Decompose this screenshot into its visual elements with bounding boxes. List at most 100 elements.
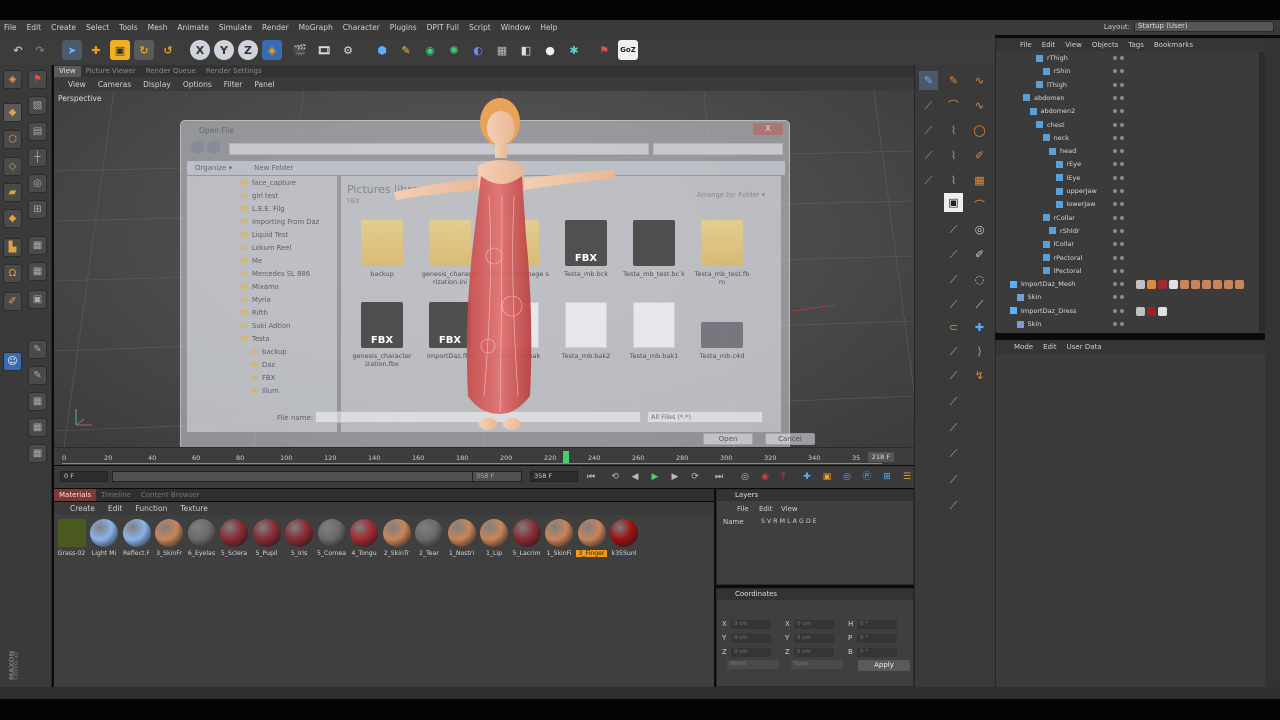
apply-button[interactable]: Apply — [858, 660, 910, 671]
menu-file[interactable]: File — [4, 23, 17, 32]
visibility-toggle-icon[interactable] — [1113, 189, 1125, 195]
material-menu-create[interactable]: Create — [70, 504, 95, 513]
viewport-menu-view[interactable]: View — [68, 80, 86, 89]
material-swatch[interactable]: 3_SkinFr — [154, 519, 185, 557]
visibility-toggle-icon[interactable] — [1113, 95, 1125, 102]
curve-icon[interactable]: ∿ — [970, 71, 989, 90]
material-swatch[interactable]: k35Sunl — [609, 519, 640, 557]
paint-icon[interactable]: ✐ — [3, 292, 22, 311]
menu-create[interactable]: Create — [51, 23, 76, 32]
undo-icon[interactable]: ↶ — [8, 40, 28, 60]
formula-icon[interactable]: ⟋ — [944, 220, 963, 239]
object-row[interactable]: lowerJaw — [996, 198, 1258, 211]
current-frame-field[interactable]: 0 F — [60, 471, 108, 482]
key-pla-icon[interactable]: ⊞ — [880, 471, 894, 484]
object-row[interactable]: lThigh — [996, 79, 1258, 92]
material-swatch[interactable]: 5_Pupil — [251, 519, 282, 557]
viewport-menu-options[interactable]: Options — [183, 80, 212, 89]
file-item[interactable]: Testa_mb.c4d — [691, 302, 753, 360]
key-scale-icon[interactable]: ▣ — [820, 471, 834, 484]
range-end-field[interactable]: 358 F — [472, 471, 522, 482]
sculpt-icon[interactable]: ✎ — [28, 340, 47, 359]
attr-menu-mode[interactable]: Mode — [1014, 343, 1033, 351]
workplane-icon[interactable]: ▤ — [28, 122, 47, 141]
helix-icon[interactable]: ∿ — [970, 96, 989, 115]
nav-item-girl-test[interactable]: girl test — [241, 192, 278, 200]
object-row[interactable]: lPectoral — [996, 265, 1258, 278]
visibility-toggle-icon[interactable] — [1113, 295, 1125, 301]
loft-icon[interactable]: ⟋ — [944, 270, 963, 289]
layout-select[interactable]: Startup (User) — [1134, 21, 1274, 32]
position-z-field[interactable]: 0 cm — [731, 648, 771, 657]
go-to-start-icon[interactable]: ⏮ — [584, 471, 598, 484]
visibility-toggle-icon[interactable] — [1113, 322, 1125, 328]
cog-spline-icon[interactable]: ◎ — [970, 220, 989, 239]
material-menu-texture[interactable]: Texture — [180, 504, 207, 513]
viewport-menu-panel[interactable]: Panel — [254, 80, 274, 89]
menu-script[interactable]: Script — [469, 23, 491, 32]
material-swatch[interactable]: 1_Lip — [479, 519, 510, 557]
om-menu-file[interactable]: File — [1020, 41, 1032, 49]
material-swatch[interactable]: 1_SkinFi — [544, 519, 575, 557]
sweep-icon[interactable]: ✐ — [970, 245, 989, 264]
freehand-icon[interactable]: ⟋ — [919, 146, 938, 165]
visibility-toggle-icon[interactable] — [1113, 228, 1125, 235]
visibility-toggle-icon[interactable] — [1113, 255, 1125, 262]
arc-icon[interactable]: ⌒ — [944, 96, 963, 115]
file-item[interactable]: Testa_mb.bak1 — [623, 302, 685, 360]
visibility-toggle-icon[interactable] — [1113, 215, 1125, 222]
spline-tool-icon[interactable]: ⟋ — [919, 171, 938, 190]
circle-icon[interactable]: ◯ — [970, 121, 989, 140]
menu-render[interactable]: Render — [262, 23, 289, 32]
om-menu-tags[interactable]: Tags — [1128, 41, 1144, 49]
material-tag-icon[interactable] — [1169, 280, 1178, 290]
material-tag-icon[interactable] — [1136, 280, 1145, 290]
rectangle-icon[interactable]: ⌇ — [944, 171, 963, 190]
material-tag-icon[interactable] — [1158, 280, 1167, 290]
add-point-icon[interactable]: ✚ — [970, 318, 989, 337]
edge-mode-icon[interactable]: ◇ — [3, 157, 22, 176]
flatten-icon[interactable]: ▦ — [28, 444, 47, 463]
object-row[interactable]: rEye — [996, 158, 1258, 171]
menu-simulate[interactable]: Simulate — [219, 23, 252, 32]
pen-icon[interactable]: ✎ — [944, 71, 963, 90]
material-swatch[interactable]: Light Mi — [89, 519, 120, 557]
nav-item-lee-filg[interactable]: L.E.E. Filg — [241, 205, 285, 213]
nav-item-lokum-reel[interactable]: Lokum Reel — [241, 244, 291, 252]
object-row[interactable]: head — [996, 145, 1258, 158]
material-swatch[interactable]: 5_Sclera — [219, 519, 250, 557]
size-z-field[interactable]: 0 cm — [794, 648, 834, 657]
avatar-icon[interactable]: ☺ — [3, 352, 22, 371]
material-swatch[interactable]: 5_Iris — [284, 519, 315, 557]
subdivision-icon[interactable]: ◉ — [420, 40, 440, 60]
menu-select[interactable]: Select — [86, 23, 109, 32]
menu-window[interactable]: Window — [501, 23, 531, 32]
material-swatch[interactable]: Grass-02 — [56, 519, 87, 557]
position-y-field[interactable]: 0 cm — [731, 634, 771, 643]
om-menu-objects[interactable]: Objects — [1092, 41, 1118, 49]
visibility-toggle-icon[interactable] — [1113, 149, 1125, 155]
camera-icon[interactable]: ◧ — [516, 40, 536, 60]
sketch-icon[interactable]: ⟋ — [919, 96, 938, 115]
object-row[interactable]: upperJaw — [996, 185, 1258, 198]
menu-mesh[interactable]: Mesh — [148, 23, 168, 32]
visibility-toggle-icon[interactable] — [1113, 82, 1125, 89]
record-icon[interactable]: ◎ — [738, 471, 752, 484]
object-row[interactable]: neck — [996, 132, 1258, 145]
texture-mode-icon[interactable]: ▧ — [28, 96, 47, 115]
material-tag-icon[interactable] — [1235, 280, 1244, 290]
visibility-toggle-icon[interactable] — [1113, 282, 1125, 288]
menu-plugins[interactable]: Plugins — [390, 23, 417, 32]
layout-icon[interactable]: ▣ — [28, 290, 47, 309]
loop-icon[interactable]: ⟲ — [608, 471, 622, 484]
snap-icon[interactable]: ⊞ — [28, 200, 47, 219]
axis-x-button[interactable]: X — [190, 40, 210, 60]
layers-menu-view[interactable]: View — [781, 505, 798, 513]
light-icon[interactable]: ● — [540, 40, 560, 60]
material-tag-icon[interactable] — [1147, 306, 1156, 316]
menu-animate[interactable]: Animate — [177, 23, 208, 32]
back-arrow-icon[interactable] — [191, 141, 204, 154]
select-tool-icon[interactable]: ➤ — [62, 40, 82, 60]
material-menu-function[interactable]: Function — [135, 504, 167, 513]
make-editable-icon[interactable]: ◈ — [3, 70, 22, 89]
